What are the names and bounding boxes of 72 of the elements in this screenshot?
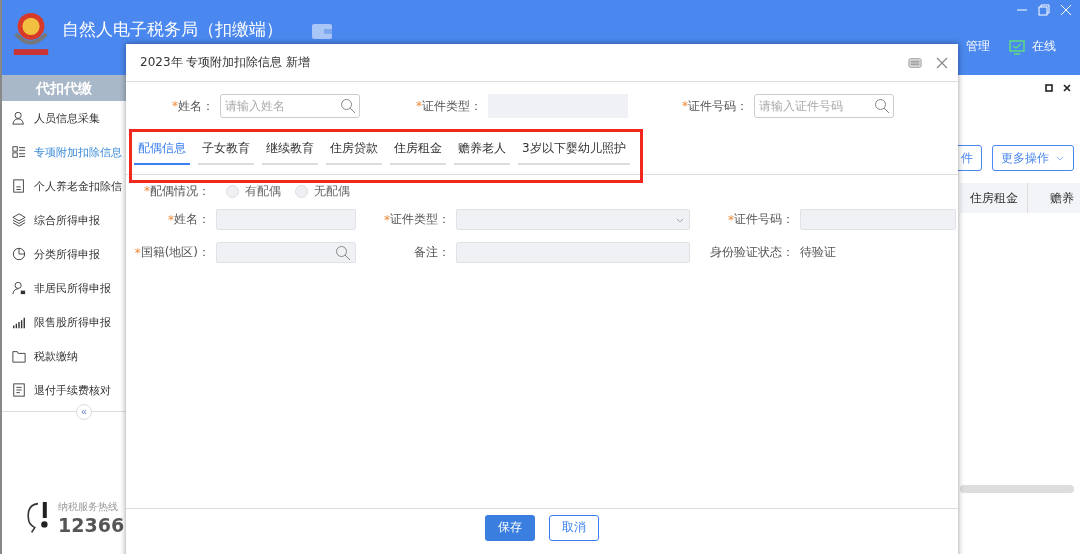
required-mark: *: [416, 99, 422, 113]
keyboard-icon[interactable]: [908, 56, 922, 69]
sidebar-item[interactable]: 非居民所得申报: [2, 271, 126, 305]
restore-icon[interactable]: [1038, 4, 1050, 16]
dropdown-field[interactable]: [456, 209, 690, 230]
radio-button[interactable]: [226, 184, 239, 198]
field-label: 备注：: [414, 244, 450, 261]
required-mark: *: [144, 184, 150, 198]
sidebar-item[interactable]: 综合所得申报: [2, 203, 126, 237]
field-label: 姓名：: [178, 97, 214, 115]
required-mark: *: [682, 99, 688, 113]
required-mark: *: [728, 212, 734, 227]
column-header: 赡养: [1028, 183, 1080, 213]
required-mark: *: [168, 212, 174, 227]
input-field[interactable]: [800, 209, 956, 230]
header-link[interactable]: 在线: [1032, 38, 1056, 55]
collapse-button[interactable]: «: [76, 404, 92, 420]
caret-icon: [1055, 153, 1065, 163]
close-icon[interactable]: [1062, 83, 1072, 93]
sidebar-item[interactable]: 人员信息采集: [2, 101, 126, 135]
menu-item-icon: [12, 213, 26, 227]
sidebar-item[interactable]: 退付手续费核对: [2, 373, 126, 407]
required-mark: *: [384, 212, 390, 227]
sidebar-title: 代扣代缴: [2, 75, 126, 101]
radio-label: 无配偶: [314, 182, 350, 200]
hotline-label: 纳税服务热线: [58, 500, 119, 514]
search-field[interactable]: 请输入姓名: [220, 94, 360, 118]
search-icon: [340, 98, 356, 114]
sidebar-item[interactable]: 税款缴纳: [2, 339, 126, 373]
sidebar-item[interactable]: 专项附加扣除信息: [2, 135, 126, 169]
column-header: 住房租金: [960, 183, 1028, 213]
menu-item-icon: [12, 247, 26, 261]
dialog-title: 2023年 专项附加扣除信息 新增: [140, 54, 311, 71]
search-icon: [874, 98, 890, 114]
field-label: 身份验证状态：: [710, 244, 794, 261]
status-value: 待验证: [800, 244, 837, 261]
search-field[interactable]: [216, 242, 356, 263]
field-label: 姓名：: [174, 211, 210, 228]
radio-button[interactable]: [295, 184, 308, 198]
field-label: 国籍(地区)：: [140, 244, 210, 261]
sidebar-item[interactable]: 个人养老金扣除信: [2, 169, 126, 203]
save-button[interactable]: 保存: [485, 514, 535, 541]
hotline-number: 12366: [58, 514, 125, 536]
sidebar-item[interactable]: 分类所得申报: [2, 237, 126, 271]
field-label: 证件类型：: [422, 97, 482, 115]
input-field[interactable]: [216, 209, 356, 230]
required-mark: *: [172, 99, 178, 113]
field-label: 证件号码：: [688, 97, 748, 115]
toolbar-button[interactable]: 更多操作: [992, 145, 1074, 171]
field-label: 配偶情况：: [150, 182, 210, 200]
search-field[interactable]: 请输入证件号码: [754, 94, 894, 118]
menu-item-icon: [12, 315, 26, 329]
required-mark: *: [134, 245, 141, 260]
sidebar-item[interactable]: 限售股所得申报: [2, 305, 126, 339]
menu-item-icon: [12, 179, 26, 193]
cancel-button[interactable]: 取消: [549, 514, 599, 541]
search-icon: [335, 244, 351, 261]
wallet-icon: [311, 22, 333, 40]
radio-label: 有配偶: [245, 182, 281, 200]
menu-item-icon: [12, 349, 26, 363]
field-label: 证件类型：: [390, 211, 450, 228]
menu-item-icon: [12, 383, 26, 397]
maximize-icon[interactable]: [1044, 83, 1054, 93]
input-field[interactable]: [456, 242, 690, 263]
menu-item-icon: [12, 145, 26, 159]
menu-item-icon: [12, 111, 26, 125]
monitor-icon: [1008, 38, 1026, 55]
menu-item-icon: [12, 281, 26, 295]
app-title: 自然人电子税务局（扣缴端）: [62, 18, 283, 41]
header-link[interactable]: 管理: [966, 38, 990, 55]
field-label: 证件号码：: [734, 211, 794, 228]
horizontal-scrollbar[interactable]: [960, 485, 1074, 493]
